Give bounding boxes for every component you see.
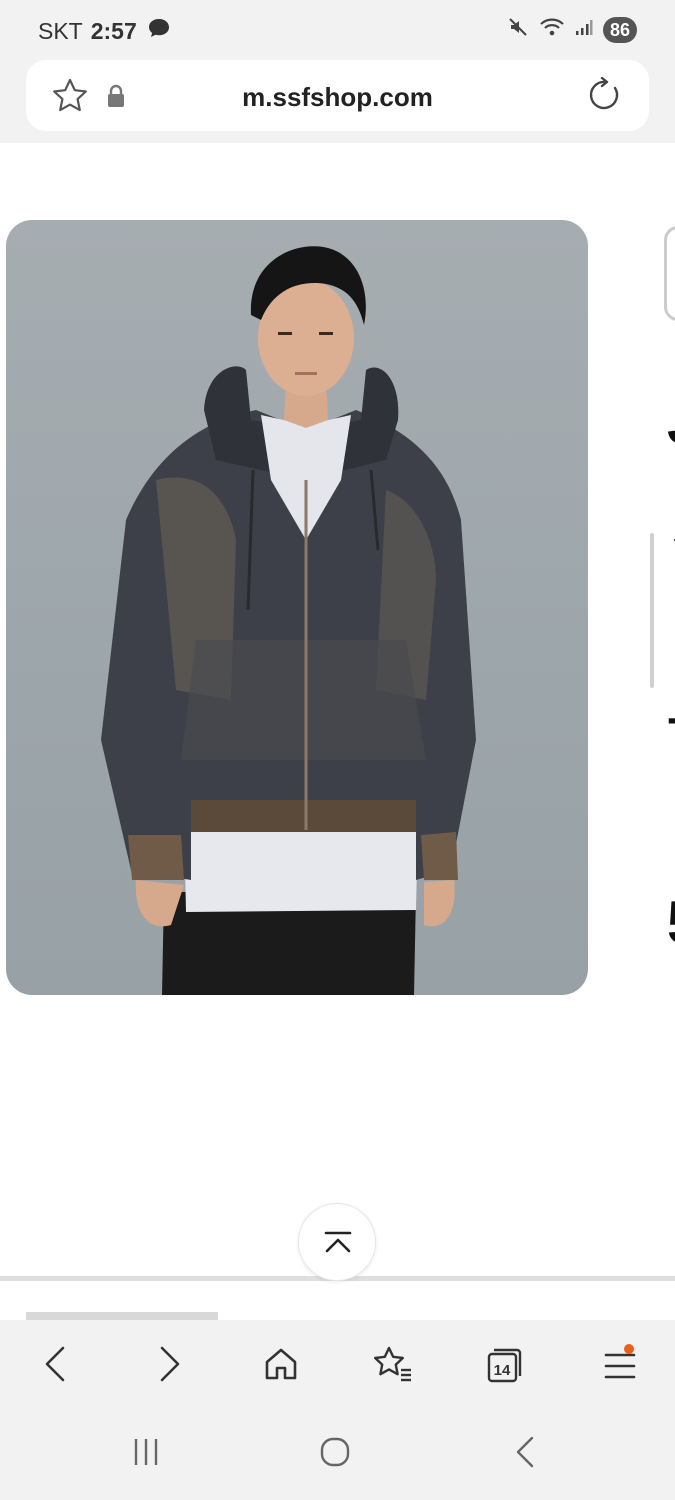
forward-button[interactable] bbox=[146, 1342, 194, 1390]
next-card-text: 5 bbox=[667, 888, 675, 957]
battery-indicator: 86 bbox=[602, 16, 637, 43]
bookmarks-icon bbox=[373, 1346, 413, 1387]
next-card-thumbnail[interactable] bbox=[664, 226, 675, 321]
menu-icon bbox=[604, 1344, 636, 1382]
menu-button[interactable] bbox=[596, 1342, 644, 1390]
back-button[interactable] bbox=[31, 1342, 79, 1390]
home-button[interactable] bbox=[257, 1342, 305, 1390]
next-card-text: ㅈ bbox=[667, 493, 675, 563]
back-icon bbox=[514, 1436, 536, 1473]
wifi-icon bbox=[539, 17, 565, 42]
placeholder-bar bbox=[26, 1312, 218, 1320]
next-card-text: J bbox=[667, 388, 675, 457]
carrier-label: SKT bbox=[38, 17, 83, 44]
tabs-count: 14 bbox=[493, 1361, 511, 1379]
notification-dot bbox=[624, 1344, 634, 1354]
status-right: 86 bbox=[507, 16, 637, 43]
carousel-scroll-indicator bbox=[650, 533, 654, 688]
next-card-text: - bbox=[667, 693, 675, 743]
signal-icon bbox=[575, 18, 593, 41]
system-home-button[interactable] bbox=[315, 1436, 355, 1472]
forward-icon bbox=[158, 1346, 182, 1387]
system-back-button[interactable] bbox=[505, 1436, 545, 1472]
system-navigation-bar bbox=[0, 1410, 675, 1500]
message-bubble-icon bbox=[147, 17, 171, 45]
status-time: 2:57 bbox=[90, 17, 137, 44]
bookmarks-button[interactable] bbox=[369, 1342, 417, 1390]
page-content: J ㅈ - 5 bbox=[0, 143, 675, 1320]
browser-toolbar: 14 bbox=[0, 1320, 675, 1410]
home-icon bbox=[263, 1346, 299, 1387]
scroll-to-top-button[interactable] bbox=[298, 1203, 376, 1281]
back-icon bbox=[43, 1346, 67, 1387]
url-text[interactable]: m.ssfshop.com bbox=[26, 82, 649, 113]
reload-icon[interactable] bbox=[587, 76, 623, 118]
product-image[interactable] bbox=[6, 220, 588, 995]
mute-icon bbox=[507, 16, 529, 43]
tabs-button[interactable]: 14 bbox=[480, 1342, 528, 1390]
home-icon bbox=[319, 1436, 351, 1473]
status-bar: SKT 2:57 86 bbox=[0, 0, 675, 58]
url-bar[interactable]: m.ssfshop.com bbox=[26, 60, 649, 131]
recents-icon bbox=[130, 1437, 162, 1472]
status-left: SKT 2:57 bbox=[38, 17, 171, 45]
tabs-icon: 14 bbox=[486, 1348, 522, 1384]
recents-button[interactable] bbox=[126, 1436, 166, 1472]
